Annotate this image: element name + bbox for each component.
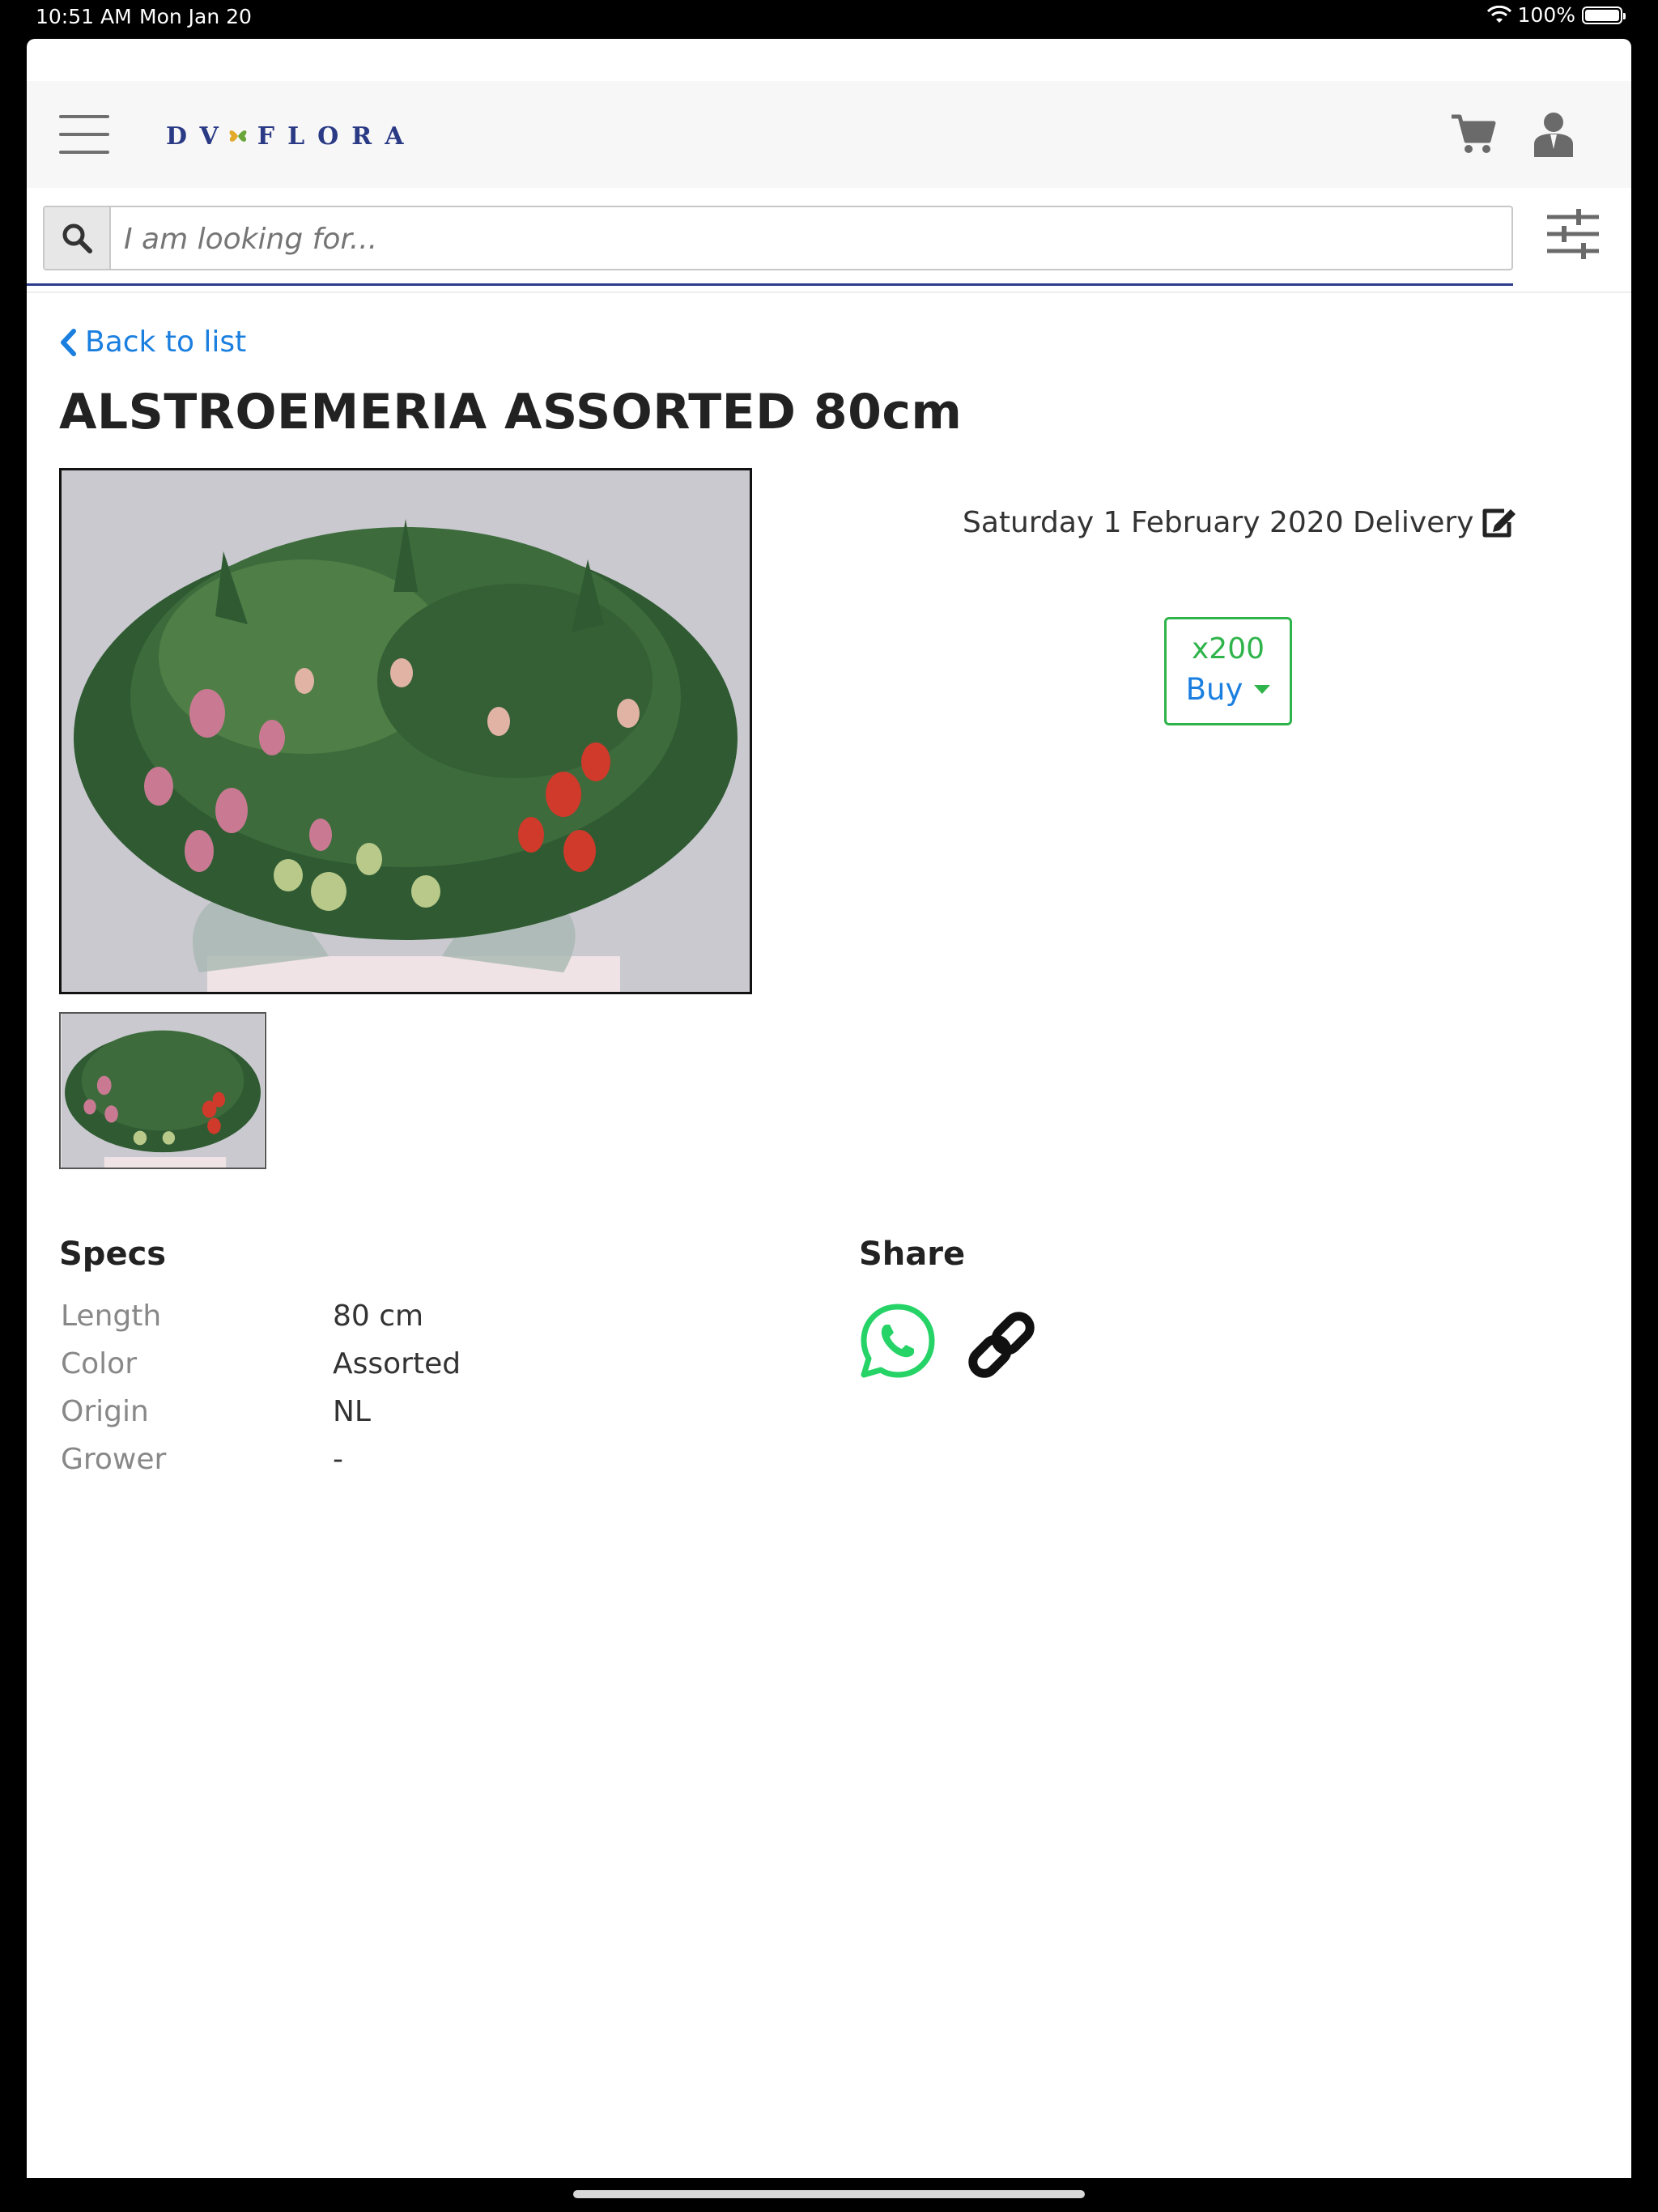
whatsapp-icon[interactable]: [859, 1302, 937, 1380]
status-time: 10:51 AM: [36, 5, 132, 28]
caret-down-icon: [1254, 685, 1271, 694]
search-box: [43, 206, 1513, 270]
delivery-date-text: Saturday 1 February 2020 Delivery: [963, 505, 1474, 539]
menu-icon[interactable]: [59, 115, 109, 154]
spec-row-color: Color Assorted: [61, 1340, 461, 1388]
buy-quantity: x200: [1191, 632, 1265, 666]
product-main-image[interactable]: [59, 468, 752, 994]
spec-value: Assorted: [333, 1347, 461, 1380]
edit-icon: [1482, 508, 1516, 538]
specs-heading: Specs: [59, 1236, 167, 1273]
battery-icon: [1582, 6, 1626, 24]
specs-table: Length 80 cm Color Assorted Origin NL Gr…: [61, 1292, 461, 1483]
spec-label: Grower: [61, 1443, 167, 1476]
user-icon[interactable]: [1533, 110, 1575, 157]
status-bar: 10:51 AM Mon Jan 20 100%: [0, 0, 1658, 39]
product-title: ALSTROEMERIA ASSORTED 80cm: [59, 384, 963, 440]
product-thumbnail[interactable]: [59, 1012, 266, 1169]
back-to-list-link[interactable]: Back to list: [59, 325, 246, 359]
spec-row-origin: Origin NL: [61, 1388, 461, 1436]
cart-icon[interactable]: [1450, 110, 1497, 157]
share-heading: Share: [859, 1236, 966, 1273]
spec-label: Color: [61, 1347, 137, 1380]
buy-label-row: Buy: [1167, 672, 1290, 707]
brand-logo[interactable]: DV FLORA: [166, 120, 417, 152]
home-indicator[interactable]: [573, 2190, 1085, 2198]
search-row: [27, 188, 1631, 293]
filter-icon[interactable]: [1544, 206, 1602, 262]
spec-value: -: [333, 1443, 343, 1476]
buy-label: Buy: [1185, 672, 1244, 707]
spec-value: 80 cm: [333, 1300, 424, 1333]
status-date: Mon Jan 20: [139, 5, 252, 28]
status-right: 100%: [1486, 3, 1626, 27]
search-button[interactable]: [45, 207, 111, 269]
flower-bouquet-thumbnail: [61, 1014, 265, 1168]
wifi-icon: [1486, 5, 1511, 23]
search-icon: [62, 223, 92, 253]
navbar: DV FLORA: [27, 81, 1631, 188]
back-link-label: Back to list: [85, 325, 247, 359]
delivery-date-selector[interactable]: Saturday 1 February 2020 Delivery: [963, 504, 1517, 540]
chevron-left-icon: [61, 328, 76, 356]
search-underline: [27, 283, 1513, 286]
spec-label: Origin: [61, 1395, 149, 1428]
spec-label: Length: [61, 1300, 162, 1333]
battery-percent: 100%: [1517, 3, 1575, 27]
spec-row-grower: Grower -: [61, 1436, 461, 1483]
butterfly-logo-icon: [229, 130, 247, 142]
buy-button[interactable]: x200 Buy: [1164, 617, 1292, 725]
spec-value: NL: [333, 1395, 371, 1428]
app-screen: DV FLORA I am looking for... Back to lis…: [27, 39, 1631, 2178]
flower-bouquet-photo: [62, 470, 750, 992]
spec-row-length: Length 80 cm: [61, 1292, 461, 1340]
link-icon[interactable]: [963, 1306, 1040, 1384]
search-input[interactable]: [122, 207, 1502, 270]
